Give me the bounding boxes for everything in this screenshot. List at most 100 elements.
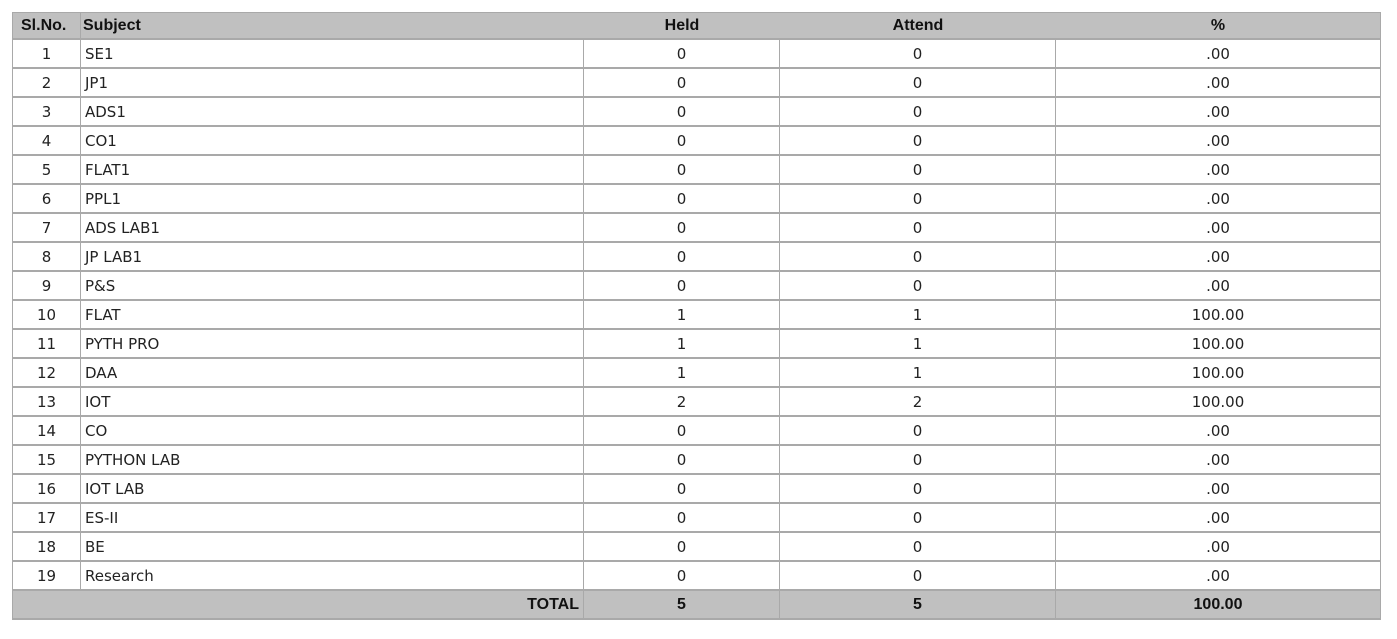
cell-slno: 14 bbox=[13, 417, 81, 446]
cell-slno: 13 bbox=[13, 388, 81, 417]
cell-attend: 0 bbox=[780, 127, 1056, 156]
cell-held: 0 bbox=[584, 98, 780, 127]
cell-subject: CO1 bbox=[81, 127, 584, 156]
cell-held: 0 bbox=[584, 127, 780, 156]
cell-attend: 0 bbox=[780, 98, 1056, 127]
cell-held: 2 bbox=[584, 388, 780, 417]
cell-attend: 0 bbox=[780, 272, 1056, 301]
header-held: Held bbox=[584, 13, 780, 40]
cell-attend: 0 bbox=[780, 243, 1056, 272]
cell-percent: .00 bbox=[1056, 475, 1381, 504]
cell-attend: 0 bbox=[780, 533, 1056, 562]
attendance-table: Sl.No. Subject Held Attend % 1 SE1 0 0.00 2 J… bbox=[12, 12, 1381, 620]
cell-attend: 0 bbox=[780, 475, 1056, 504]
cell-slno: 5 bbox=[13, 156, 81, 185]
cell-subject: IOT LAB bbox=[81, 475, 584, 504]
cell-percent: .00 bbox=[1056, 504, 1381, 533]
table-row: 14 CO 0 0.00 bbox=[13, 417, 1381, 446]
cell-attend: 1 bbox=[780, 330, 1056, 359]
cell-percent: .00 bbox=[1056, 417, 1381, 446]
cell-subject: FLAT1 bbox=[81, 156, 584, 185]
attendance-container: Sl.No. Subject Held Attend % 1 SE1 0 0.00 2 J… bbox=[12, 12, 1381, 620]
cell-slno: 18 bbox=[13, 533, 81, 562]
total-attend: 5 bbox=[780, 591, 1056, 620]
total-held: 5 bbox=[584, 591, 780, 620]
table-row: 13 IOT 2 2 100.00 bbox=[13, 388, 1381, 417]
cell-held: 0 bbox=[584, 562, 780, 591]
cell-attend: 0 bbox=[780, 40, 1056, 69]
cell-attend: 1 bbox=[780, 359, 1056, 388]
cell-percent: .00 bbox=[1056, 272, 1381, 301]
cell-attend: 0 bbox=[780, 504, 1056, 533]
table-row: 11 PYTH PRO 1 1 100.00 bbox=[13, 330, 1381, 359]
cell-held: 0 bbox=[584, 533, 780, 562]
total-row: TOTAL 5 5 100.00 bbox=[13, 591, 1381, 620]
table-row: 7 ADS LAB1 0 0.00 bbox=[13, 214, 1381, 243]
table-row: 2 JP1 0 0.00 bbox=[13, 69, 1381, 98]
cell-held: 0 bbox=[584, 504, 780, 533]
table-row: 16 IOT LAB 0 0.00 bbox=[13, 475, 1381, 504]
cell-percent: .00 bbox=[1056, 533, 1381, 562]
total-percent: 100.00 bbox=[1056, 591, 1381, 620]
cell-subject: SE1 bbox=[81, 40, 584, 69]
cell-slno: 4 bbox=[13, 127, 81, 156]
cell-percent: .00 bbox=[1056, 446, 1381, 475]
cell-percent: 100.00 bbox=[1056, 388, 1381, 417]
cell-attend: 0 bbox=[780, 446, 1056, 475]
table-row: 8 JP LAB1 0 0.00 bbox=[13, 243, 1381, 272]
cell-subject: PYTHON LAB bbox=[81, 446, 584, 475]
cell-slno: 12 bbox=[13, 359, 81, 388]
cell-percent: .00 bbox=[1056, 214, 1381, 243]
table-row: 15 PYTHON LAB 0 0.00 bbox=[13, 446, 1381, 475]
table-row: 18 BE 0 0.00 bbox=[13, 533, 1381, 562]
cell-slno: 9 bbox=[13, 272, 81, 301]
header-slno: Sl.No. bbox=[13, 13, 81, 40]
cell-held: 0 bbox=[584, 475, 780, 504]
cell-percent: 100.00 bbox=[1056, 330, 1381, 359]
header-subject: Subject bbox=[81, 13, 584, 40]
cell-subject: CO bbox=[81, 417, 584, 446]
cell-subject: P&S bbox=[81, 272, 584, 301]
cell-slno: 1 bbox=[13, 40, 81, 69]
table-body: 1 SE1 0 0.00 2 JP1 0 0.00 3 ADS1 0 0.00 4 CO1 0 0.00 5 FL… bbox=[13, 40, 1381, 591]
cell-percent: 100.00 bbox=[1056, 359, 1381, 388]
table-row: 12 DAA 1 1 100.00 bbox=[13, 359, 1381, 388]
cell-attend: 0 bbox=[780, 214, 1056, 243]
cell-percent: .00 bbox=[1056, 185, 1381, 214]
total-label: TOTAL bbox=[13, 591, 584, 620]
cell-slno: 6 bbox=[13, 185, 81, 214]
cell-slno: 8 bbox=[13, 243, 81, 272]
cell-held: 0 bbox=[584, 243, 780, 272]
cell-subject: JP1 bbox=[81, 69, 584, 98]
table-row: 19 Research 0 0.00 bbox=[13, 562, 1381, 591]
cell-attend: 0 bbox=[780, 69, 1056, 98]
cell-subject: ES-II bbox=[81, 504, 584, 533]
cell-percent: .00 bbox=[1056, 127, 1381, 156]
cell-held: 0 bbox=[584, 69, 780, 98]
table-row: 5 FLAT1 0 0.00 bbox=[13, 156, 1381, 185]
cell-subject: PPL1 bbox=[81, 185, 584, 214]
header-percent: % bbox=[1056, 13, 1381, 40]
cell-slno: 19 bbox=[13, 562, 81, 591]
cell-subject: PYTH PRO bbox=[81, 330, 584, 359]
cell-percent: 100.00 bbox=[1056, 301, 1381, 330]
cell-percent: .00 bbox=[1056, 156, 1381, 185]
table-row: 4 CO1 0 0.00 bbox=[13, 127, 1381, 156]
cell-subject: FLAT bbox=[81, 301, 584, 330]
cell-held: 1 bbox=[584, 359, 780, 388]
header-attend: Attend bbox=[780, 13, 1056, 40]
cell-subject: IOT bbox=[81, 388, 584, 417]
cell-subject: ADS1 bbox=[81, 98, 584, 127]
table-header-row: Sl.No. Subject Held Attend % bbox=[13, 13, 1381, 40]
cell-percent: .00 bbox=[1056, 69, 1381, 98]
cell-percent: .00 bbox=[1056, 243, 1381, 272]
cell-slno: 3 bbox=[13, 98, 81, 127]
cell-subject: DAA bbox=[81, 359, 584, 388]
table-row: 17 ES-II 0 0.00 bbox=[13, 504, 1381, 533]
cell-slno: 10 bbox=[13, 301, 81, 330]
cell-held: 0 bbox=[584, 156, 780, 185]
table-row: 3 ADS1 0 0.00 bbox=[13, 98, 1381, 127]
cell-slno: 15 bbox=[13, 446, 81, 475]
cell-held: 1 bbox=[584, 330, 780, 359]
cell-held: 0 bbox=[584, 417, 780, 446]
